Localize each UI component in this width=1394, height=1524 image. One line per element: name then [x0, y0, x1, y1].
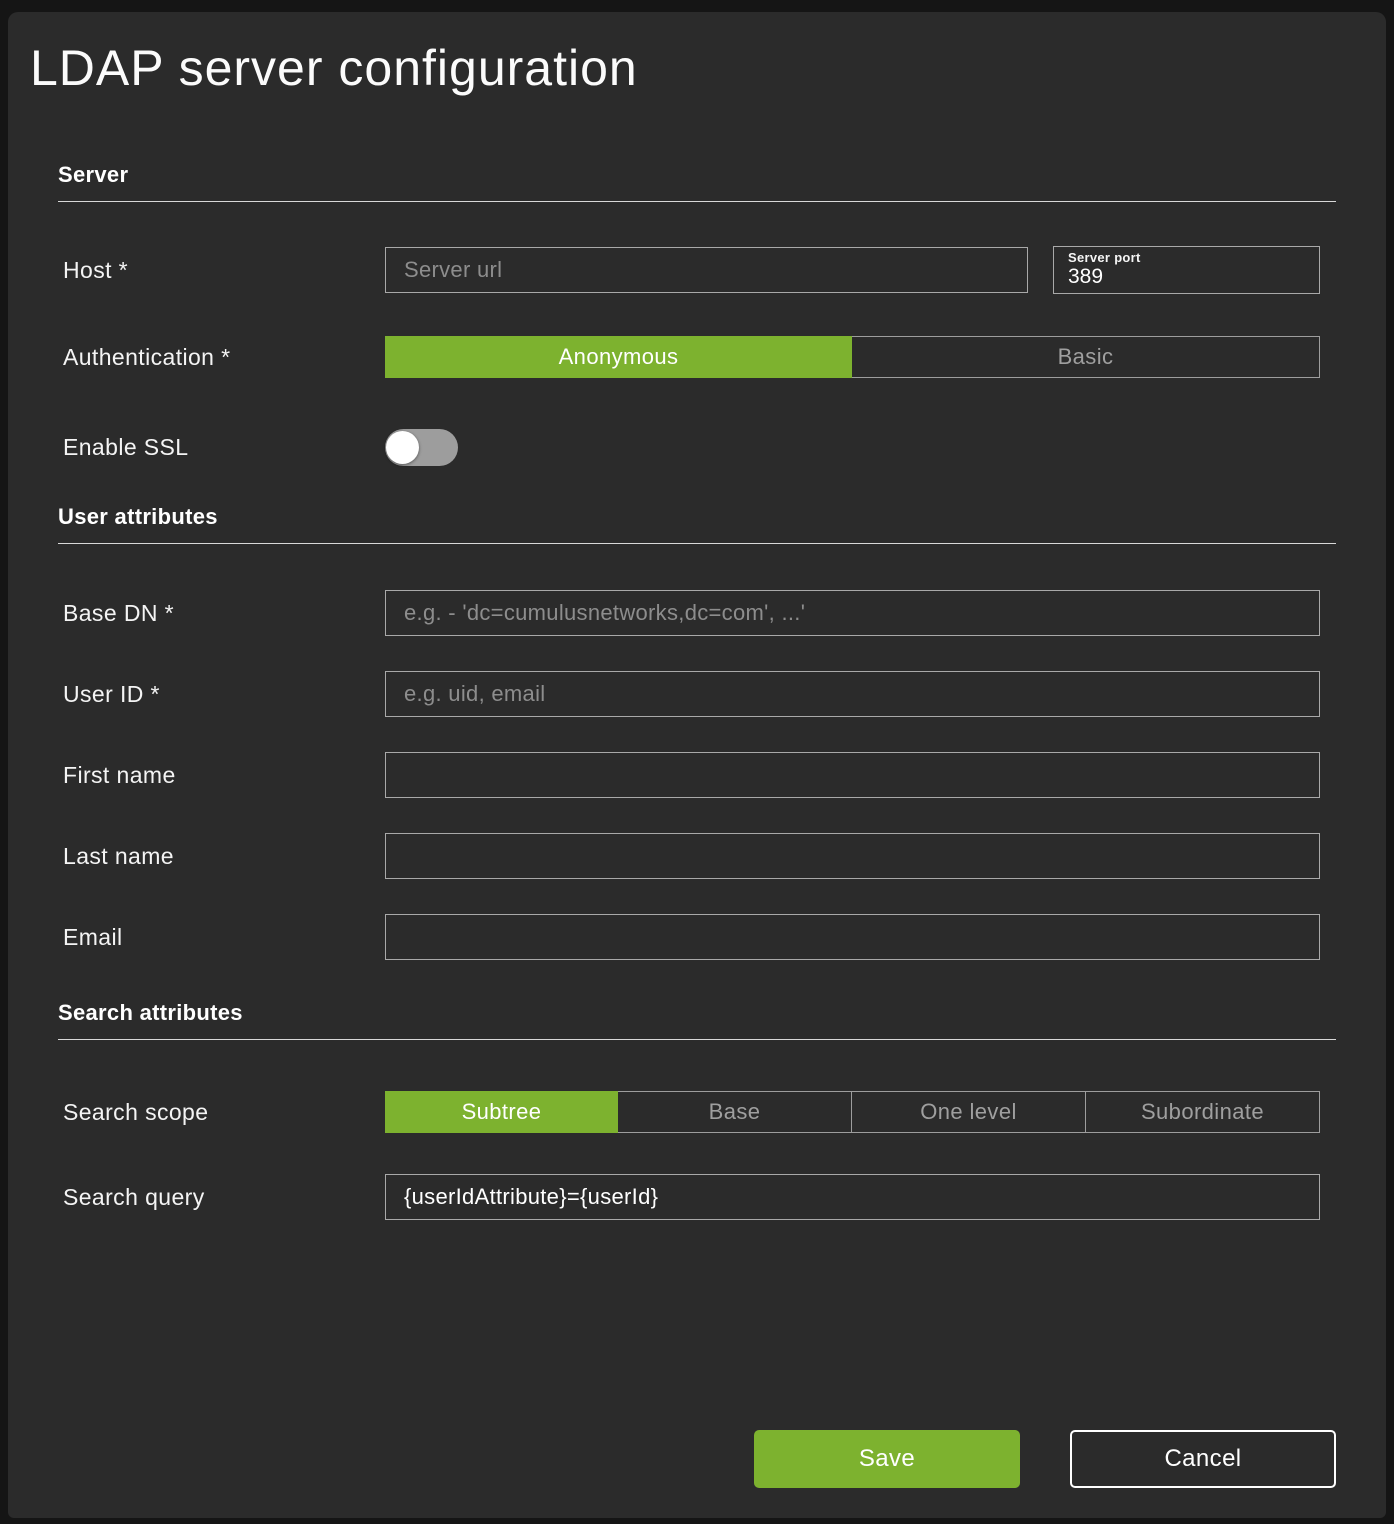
- section-search-attributes: Search attributes Search scope Subtree B…: [58, 1000, 1336, 1488]
- server-port-label: Server port: [1068, 251, 1305, 265]
- first-name-input[interactable]: [385, 752, 1320, 798]
- search-scope-option-subordinate[interactable]: Subordinate: [1085, 1091, 1320, 1133]
- user-id-row: User ID *: [58, 671, 1336, 717]
- last-name-input[interactable]: [385, 833, 1320, 879]
- server-port-field[interactable]: Server port 389: [1053, 246, 1320, 294]
- ldap-config-dialog: LDAP server configuration Server Host * …: [8, 12, 1386, 1518]
- search-query-row: Search query: [58, 1174, 1336, 1220]
- authentication-option-basic[interactable]: Basic: [851, 336, 1320, 378]
- first-name-label: First name: [58, 762, 385, 789]
- host-input[interactable]: [385, 247, 1028, 293]
- server-section-heading: Server: [58, 162, 1336, 188]
- email-row: Email: [58, 914, 1336, 960]
- search-attributes-section-divider: [58, 1039, 1336, 1040]
- user-id-input[interactable]: [385, 671, 1320, 717]
- email-label: Email: [58, 924, 385, 951]
- authentication-label: Authentication *: [58, 344, 385, 371]
- search-query-input[interactable]: [385, 1174, 1320, 1220]
- dialog-title: LDAP server configuration: [30, 38, 1386, 98]
- user-id-label: User ID *: [58, 681, 385, 708]
- toggle-knob: [386, 431, 419, 464]
- search-scope-row: Search scope Subtree Base One level Subo…: [58, 1091, 1336, 1133]
- search-scope-label: Search scope: [58, 1099, 385, 1126]
- search-query-label: Search query: [58, 1184, 385, 1211]
- section-user-attributes: User attributes Base DN * User ID * Firs…: [58, 504, 1336, 960]
- save-button[interactable]: Save: [754, 1430, 1020, 1488]
- authentication-row: Authentication * Anonymous Basic: [58, 336, 1336, 378]
- base-dn-input[interactable]: [385, 590, 1320, 636]
- authentication-option-anonymous[interactable]: Anonymous: [385, 336, 852, 378]
- server-section-divider: [58, 201, 1336, 202]
- search-scope-option-one-level[interactable]: One level: [851, 1091, 1086, 1133]
- search-scope-option-base[interactable]: Base: [617, 1091, 852, 1133]
- authentication-segmented-control: Anonymous Basic: [385, 336, 1320, 378]
- base-dn-row: Base DN *: [58, 590, 1336, 636]
- server-port-value: 389: [1068, 265, 1305, 288]
- search-scope-option-subtree[interactable]: Subtree: [385, 1091, 618, 1133]
- section-server: Server Host * Server port 389 Authentica…: [58, 162, 1336, 466]
- last-name-label: Last name: [58, 843, 385, 870]
- last-name-row: Last name: [58, 833, 1336, 879]
- user-attributes-section-divider: [58, 543, 1336, 544]
- search-attributes-section-heading: Search attributes: [58, 1000, 1336, 1026]
- user-attributes-section-heading: User attributes: [58, 504, 1336, 530]
- host-row: Host * Server port 389: [58, 246, 1336, 294]
- search-scope-segmented-control: Subtree Base One level Subordinate: [385, 1091, 1320, 1133]
- email-input[interactable]: [385, 914, 1320, 960]
- first-name-row: First name: [58, 752, 1336, 798]
- enable-ssl-label: Enable SSL: [58, 434, 385, 461]
- enable-ssl-toggle[interactable]: [385, 429, 458, 466]
- enable-ssl-row: Enable SSL: [58, 429, 1336, 466]
- cancel-button[interactable]: Cancel: [1070, 1430, 1336, 1488]
- base-dn-label: Base DN *: [58, 600, 385, 627]
- host-label: Host *: [58, 257, 385, 284]
- dialog-footer: Save Cancel: [58, 1430, 1336, 1488]
